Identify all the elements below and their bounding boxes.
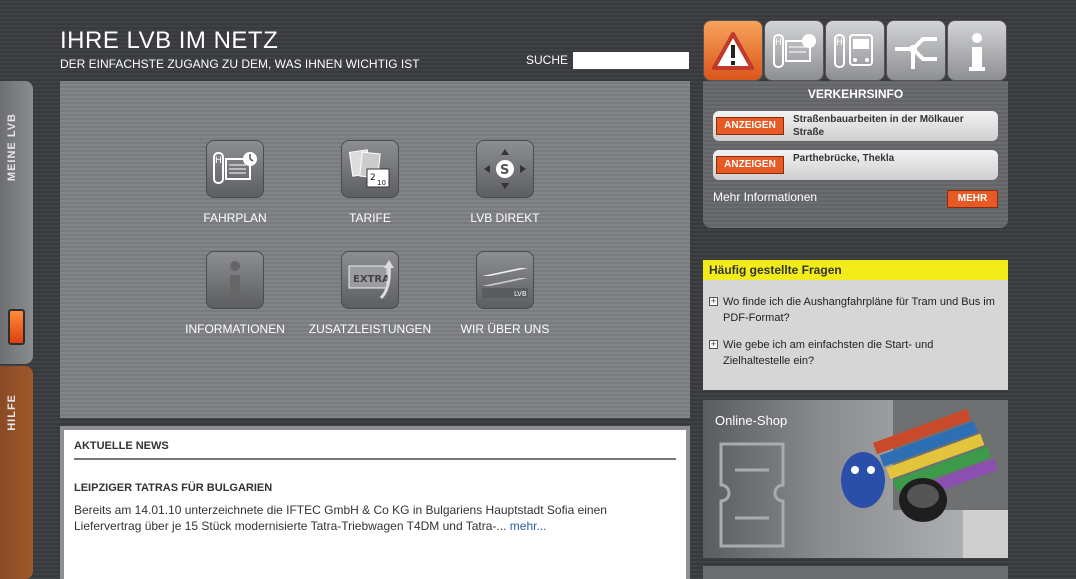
faq-item[interactable]: + Wie gebe ich am einfachsten die Start-… bbox=[709, 337, 1003, 369]
tab-meine-lvb-label: MEINE LVB bbox=[6, 113, 18, 182]
traffic-item-text: Straßenbauarbeiten in der Mölkauer Straß… bbox=[793, 114, 964, 138]
search-input[interactable] bbox=[573, 52, 689, 69]
warning-button[interactable] bbox=[703, 20, 763, 81]
news-headline[interactable]: LEIPZIGER TATRAS FÜR BULGARIEN bbox=[74, 482, 676, 494]
traffic-item: ANZEIGEN Parthebrücke, Thekla bbox=[713, 150, 998, 180]
traffic-info-title: VERKEHRSINFO bbox=[807, 87, 904, 101]
svg-text:EXTRA: EXTRA bbox=[353, 274, 390, 285]
tram-button[interactable]: H bbox=[825, 20, 885, 81]
tram-icon: H bbox=[834, 33, 873, 68]
info-icon bbox=[206, 251, 264, 309]
network-button[interactable] bbox=[886, 20, 946, 81]
timetable-button[interactable]: H bbox=[764, 20, 824, 81]
more-information-text: Mehr Informationen bbox=[713, 190, 818, 204]
nav-tile-zusatzleistungen[interactable]: EXTRA ZUSATZLEISTUNGEN bbox=[300, 251, 440, 336]
traffic-item-text: Parthebrücke, Thekla bbox=[793, 153, 895, 164]
info-button[interactable] bbox=[947, 20, 1007, 81]
svg-text:H: H bbox=[775, 38, 782, 48]
tab-indicator bbox=[8, 309, 25, 345]
nav-tile-fahrplan-label: FAHRPLAN bbox=[203, 211, 267, 225]
tab-hilfe-label: HILFE bbox=[6, 394, 18, 431]
nav-tile-fahrplan[interactable]: H FAHRPLAN bbox=[165, 140, 305, 225]
svg-text:H: H bbox=[836, 38, 843, 48]
nav-tile-zusatzleistungen-label: ZUSATZLEISTUNGEN bbox=[308, 322, 432, 336]
timetable-icon: H bbox=[773, 33, 816, 68]
faq-item[interactable]: + Wo finde ich die Aushangfahrpläne für … bbox=[709, 294, 1003, 326]
expand-icon: + bbox=[709, 339, 718, 349]
svg-text:H: H bbox=[215, 156, 222, 166]
faq-question: Wo finde ich die Aushangfahrpläne für Tr… bbox=[723, 296, 995, 324]
tab-hilfe[interactable]: HILFE bbox=[0, 366, 33, 579]
tickets-icon: 2 10 bbox=[341, 140, 399, 198]
news-content: AKTUELLE NEWS LEIPZIGER TATRAS FÜR BULGA… bbox=[64, 430, 686, 579]
nav-tile-wir-ueber-uns[interactable]: LVB WIR ÜBER UNS bbox=[435, 251, 575, 336]
network-icon bbox=[895, 36, 937, 69]
nav-tile-lvb-direkt-label: LVB DIREKT bbox=[470, 211, 540, 225]
svg-text:2: 2 bbox=[370, 173, 376, 183]
nav-tile-tarife[interactable]: 2 10 TARIFE bbox=[300, 140, 440, 225]
info-icon bbox=[969, 32, 985, 71]
tab-meine-lvb[interactable]: MEINE LVB bbox=[0, 81, 33, 364]
nav-tile-informationen[interactable]: INFORMATIONEN bbox=[165, 251, 305, 336]
news-header: AKTUELLE NEWS bbox=[74, 430, 676, 460]
site-subtitle: DER EINFACHSTE ZUGANG ZU DEM, WAS IHNEN … bbox=[60, 57, 420, 71]
anzeigen-button[interactable]: ANZEIGEN bbox=[716, 117, 784, 135]
traffic-info-panel: VERKEHRSINFO ANZEIGEN Straßenbauarbeiten… bbox=[703, 81, 1008, 228]
warning-icon bbox=[712, 31, 754, 70]
nav-tile-tarife-label: TARIFE bbox=[349, 211, 391, 225]
traffic-item: ANZEIGEN Straßenbauarbeiten in der Mölka… bbox=[713, 111, 998, 141]
news-more-link[interactable]: mehr... bbox=[510, 519, 547, 533]
news-panel: AKTUELLE NEWS LEIPZIGER TATRAS FÜR BULGA… bbox=[60, 426, 690, 579]
faq-question: Wie gebe ich am einfachsten die Start- u… bbox=[723, 339, 934, 367]
expand-icon: + bbox=[709, 296, 718, 306]
search-label: SUCHE bbox=[526, 53, 569, 67]
direct-icon: S bbox=[476, 140, 534, 198]
extra-icon: EXTRA bbox=[341, 251, 399, 309]
svg-text:LVB: LVB bbox=[514, 290, 527, 298]
nav-tile-lvb-direkt[interactable]: S LVB DIREKT bbox=[435, 140, 575, 225]
ticket-outline-icon bbox=[719, 442, 785, 548]
mehr-button[interactable]: MEHR bbox=[947, 190, 998, 208]
site-title: IHRE LVB IM NETZ bbox=[60, 27, 279, 54]
nav-tile-wir-ueber-uns-label: WIR ÜBER UNS bbox=[460, 322, 550, 336]
online-shop-title: Online-Shop bbox=[715, 413, 788, 428]
shop-footer-bar bbox=[703, 566, 1008, 579]
timetable-icon: H bbox=[206, 140, 264, 198]
merchandise-image bbox=[841, 400, 1008, 558]
news-text: Bereits am 14.01.10 unterzeichnete die I… bbox=[74, 502, 676, 534]
anzeigen-button[interactable]: ANZEIGEN bbox=[716, 156, 784, 174]
nav-tile-informationen-label: INFORMATIONEN bbox=[185, 322, 285, 336]
faq-panel: Häufig gestellte Fragen + Wo finde ich d… bbox=[703, 260, 1008, 390]
faq-title: Häufig gestellte Fragen bbox=[703, 260, 1008, 280]
online-shop-panel[interactable]: Online-Shop bbox=[703, 400, 1008, 558]
lvb-logo-icon: LVB bbox=[476, 251, 534, 309]
main-nav-panel: H FAHRPLAN 2 10 TARIFE S LVB DIREKT INFOR… bbox=[60, 81, 690, 418]
svg-text:10: 10 bbox=[377, 179, 386, 187]
svg-text:S: S bbox=[500, 163, 509, 178]
